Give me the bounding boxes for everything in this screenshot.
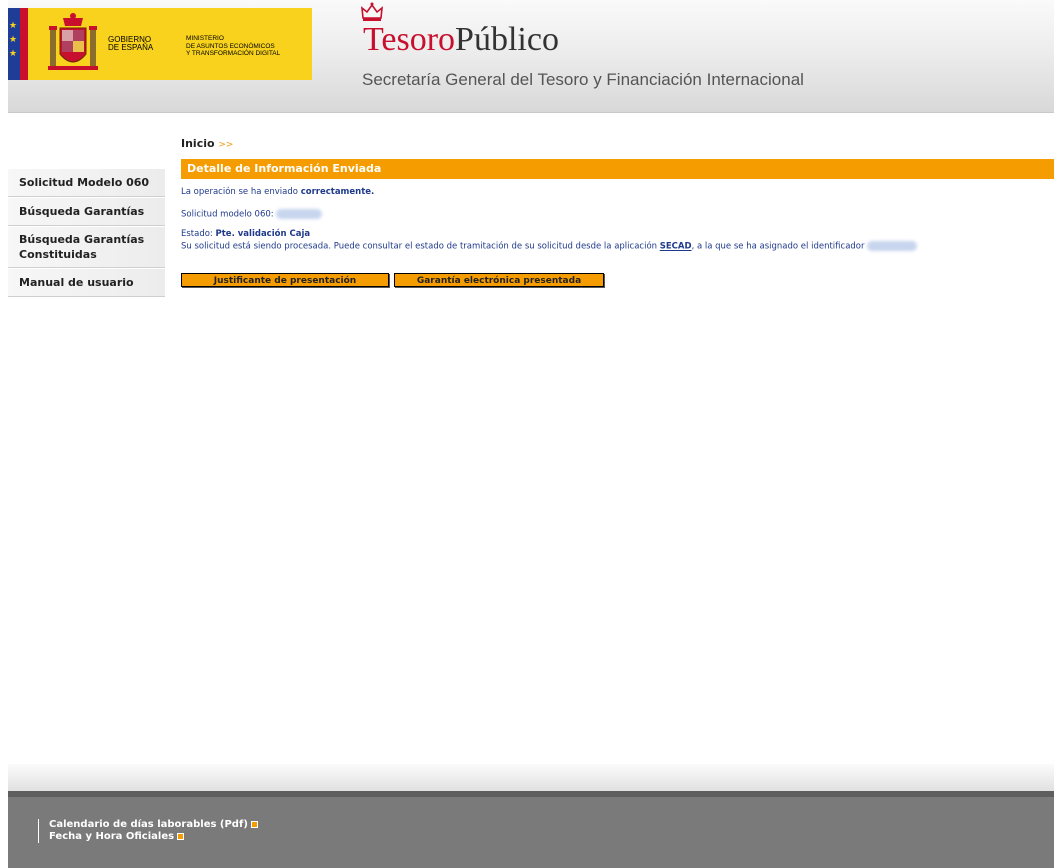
- footer-link-official-time[interactable]: Fecha y Hora Oficiales: [49, 831, 258, 843]
- receipt-button[interactable]: Justificante de presentación: [181, 273, 389, 287]
- sidebar-item-busqueda-garantias-constituidas[interactable]: Búsqueda Garantías Constituidas: [8, 226, 165, 268]
- success-message-bold: correctamente.: [300, 187, 375, 197]
- processing-suffix: , a la que se ha asignado el identificad…: [691, 241, 865, 252]
- processing-text: Su solicitud está siendo procesada. Pued…: [181, 241, 658, 252]
- processing-message: Su solicitud está siendo procesada. Pued…: [181, 241, 918, 252]
- secad-link[interactable]: SECAD: [660, 242, 692, 252]
- status-row: Estado: Pte. validación Caja: [181, 229, 310, 239]
- footer-top-bar: [8, 791, 1054, 797]
- tesoro-publico-logo[interactable]: TesoroPúblico: [363, 20, 559, 60]
- request-number-row: Solicitud modelo 060:: [181, 209, 323, 220]
- ministry-name: MINISTERIO DE ASUNTOS ECONÓMICOS Y TRANS…: [186, 35, 280, 58]
- status-label: Estado:: [181, 229, 213, 239]
- footer-link-calendar[interactable]: Calendario de días laborables (Pdf): [49, 819, 258, 831]
- guarantee-button[interactable]: Garantía electrónica presentada: [394, 273, 604, 287]
- footer-separator: [8, 764, 1054, 791]
- ministry-line-2: DE ASUNTOS ECONÓMICOS: [186, 42, 275, 50]
- logo-part-tesoro: Tesoro: [363, 21, 456, 58]
- success-message: La operación se ha enviado correctamente…: [181, 187, 374, 197]
- success-message-text: La operación se ha enviado: [181, 187, 301, 197]
- coat-of-arms-icon: [48, 13, 98, 70]
- footer-links: Calendario de días laborables (Pdf) Fech…: [38, 819, 258, 843]
- sidebar-menu: Solicitud Modelo 060 Búsqueda Garantías …: [8, 168, 165, 297]
- breadcrumb-home-link[interactable]: Inicio: [181, 137, 215, 150]
- crown-icon: [361, 2, 383, 21]
- site-header: ★ ★ ★ GOBIERNO DE ESPAÑA MINISTERIO DE A…: [8, 0, 1054, 113]
- ministry-line-3: Y TRANSFORMACIÓN DIGITAL: [186, 50, 281, 57]
- status-value: Pte. validación Caja: [215, 229, 311, 239]
- site-subtitle: Secretaría General del Tesoro y Financia…: [362, 70, 804, 89]
- section-title: Detalle de Información Enviada: [187, 162, 382, 175]
- redacted-request-number: [276, 209, 323, 219]
- breadcrumb: Inicio >>: [181, 137, 233, 150]
- sidebar-item-busqueda-garantias[interactable]: Búsqueda Garantías: [8, 197, 165, 226]
- gov-line-2: DE ESPAÑA: [108, 43, 154, 52]
- sidebar-item-solicitud-modelo-060[interactable]: Solicitud Modelo 060: [8, 168, 165, 197]
- request-number-label: Solicitud modelo 060:: [181, 209, 274, 220]
- logo-part-publico: Público: [455, 21, 559, 58]
- sidebar-item-manual-de-usuario[interactable]: Manual de usuario: [8, 268, 165, 297]
- square-bullet-icon: [250, 820, 258, 828]
- star-icon: ★: [9, 49, 18, 59]
- square-bullet-icon: [177, 832, 185, 840]
- ministry-line-1: MINISTERIO: [186, 35, 224, 42]
- redacted-identifier: [867, 241, 918, 251]
- section-header-bar: Detalle de Información Enviada: [181, 159, 1054, 179]
- star-icon: ★: [9, 21, 18, 31]
- footer-link-official-time-label: Fecha y Hora Oficiales: [49, 831, 175, 842]
- footer-link-calendar-label: Calendario de días laborables (Pdf): [49, 819, 248, 830]
- star-icon: ★: [9, 35, 18, 45]
- government-name: GOBIERNO DE ESPAÑA: [108, 36, 153, 52]
- breadcrumb-separator: >>: [218, 140, 234, 150]
- site-footer: Calendario de días laborables (Pdf) Fech…: [8, 791, 1054, 868]
- eu-flag-strip: ★ ★ ★: [8, 8, 28, 80]
- government-logo-block[interactable]: ★ ★ ★ GOBIERNO DE ESPAÑA MINISTERIO DE A…: [8, 8, 312, 80]
